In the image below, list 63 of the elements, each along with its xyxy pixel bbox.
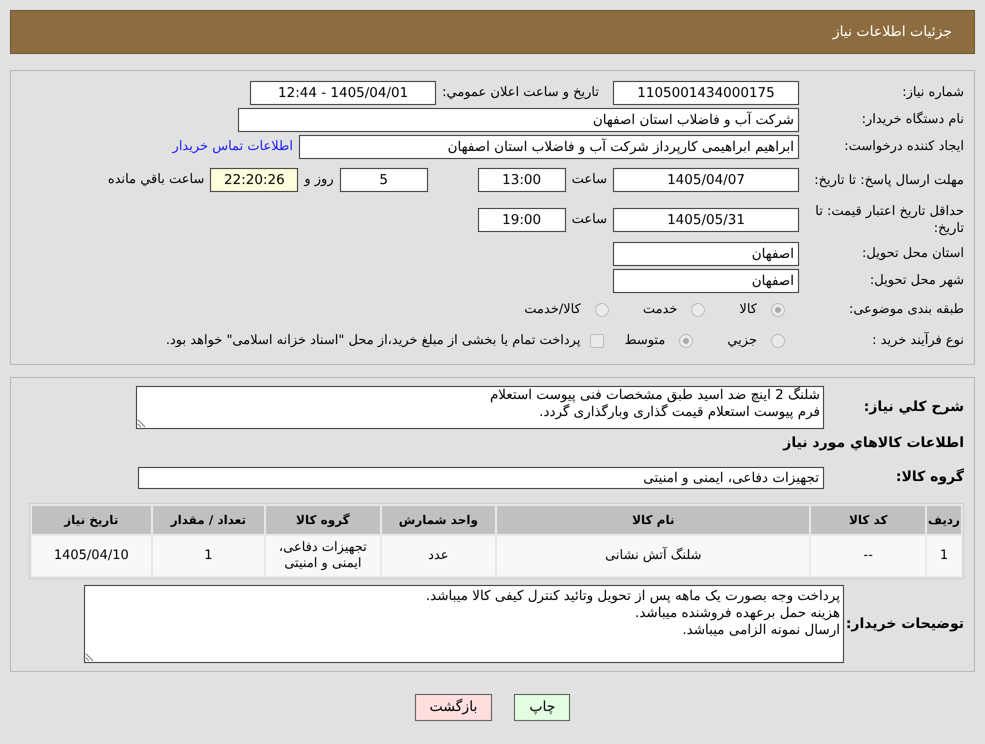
field-label: ساعت: [572, 171, 607, 190]
text-field[interactable]: 5: [340, 168, 428, 192]
field-label: شماره نیاز:: [901, 84, 965, 101]
radio-label: جزيي: [727, 332, 757, 350]
field-label: شهر محل تحویل:: [868, 272, 965, 289]
table-cell: تجهیزات دفاعی، ایمنی و امنیتی: [266, 536, 380, 576]
column-header: کد کالا: [811, 506, 925, 534]
column-header: واحد شمارش: [382, 506, 496, 534]
table-cell: شلنگ آتش نشانی: [497, 536, 810, 576]
print-button[interactable]: چاپ: [514, 694, 570, 721]
radio-button[interactable]: [771, 302, 785, 316]
table-cell: 1: [152, 536, 264, 576]
contact-link[interactable]: اطلاعات تماس خریدار: [172, 136, 293, 156]
column-header: تعداد / مقدار: [152, 506, 264, 534]
column-header: تاریخ نیاز: [32, 506, 151, 534]
table-cell: --: [811, 536, 925, 576]
field-label: روز و: [304, 171, 334, 190]
back-button[interactable]: بازگشت: [414, 694, 492, 721]
table-cell: عدد: [382, 536, 496, 576]
table-cell: 1405/04/10: [32, 536, 151, 576]
radio-button[interactable]: [679, 334, 694, 348]
radio-label: کالا/خدمت: [524, 300, 581, 319]
field-label: حداقل تاریخ اعتبار قیمت: تا تاریخ:: [814, 203, 965, 237]
radio-label: کالا: [739, 300, 757, 319]
text-field[interactable]: 1405/04/01 - 12:44: [250, 80, 436, 104]
field-label: استان محل تحویل:: [861, 245, 965, 262]
text-field[interactable]: ابراهیم ابراهیمی کارپرداز شرکت آب و فاضلاب استان اصفهان: [299, 134, 799, 158]
field-label: طبقه بندی موضوعی:: [848, 301, 965, 318]
text-field[interactable]: 1105001434000175: [613, 80, 799, 104]
checkbox-label: پرداخت تمام یا بخشی از مبلغ خرید،از محل "اسناد خزانه اسلامی" خواهد بود.: [166, 332, 580, 350]
text-field[interactable]: اصفهان: [613, 268, 799, 292]
text-field[interactable]: 19:00: [478, 208, 566, 232]
text-field[interactable]: شرکت آب و فاضلاب استان اصفهان: [238, 108, 799, 132]
field-label: شرح کلي نياز:: [862, 399, 965, 416]
radio-label: متوسط: [624, 332, 666, 350]
field-label: نام دستگاه خریدار:: [860, 111, 965, 128]
countdown-field[interactable]: 22:20:26: [210, 168, 298, 192]
field-label: توضیحات خریدار:: [844, 616, 965, 632]
text-field[interactable]: اصفهان: [613, 242, 799, 266]
field-label: مهلت ارسال پاسخ: تا تاریخ:: [813, 172, 965, 188]
text-field[interactable]: 1405/04/07: [613, 168, 799, 192]
section-heading: اطلاعات کالاهاي مورد نياز: [782, 434, 965, 453]
radio-button[interactable]: [594, 302, 609, 316]
field-label: تاريخ و ساعت اعلان عمومي:: [442, 84, 599, 102]
radio-button[interactable]: [691, 302, 706, 316]
text-field[interactable]: 1405/05/31: [613, 208, 799, 232]
notes-field[interactable]: پرداخت وجه بصورت یک ماهه پس از تحویل وتائید کنترل کیفی کالا میباشد. هزینه حمل برعهده فروشنده میباشد. ارسال نمونه الزامی میباشد.: [84, 585, 844, 663]
field-label: ایجاد کننده درخواست:: [843, 138, 965, 155]
column-header: نام کالا: [497, 506, 810, 534]
column-header: ردیف: [926, 506, 961, 534]
table-cell: 1: [926, 536, 961, 576]
text-field[interactable]: تجهیزات دفاعی، ایمنی و امنیتی: [138, 466, 824, 488]
radio-button[interactable]: [771, 334, 785, 348]
radio-label: خدمت: [642, 300, 678, 319]
text-field[interactable]: 13:00: [478, 168, 566, 192]
field-label: ساعت باقي مانده: [108, 171, 204, 190]
field-label: نوع فرآیند خرید :: [871, 332, 965, 349]
page-title: جزئیات اطلاعات نیاز: [832, 22, 952, 42]
description-field[interactable]: شلنگ 2 اینچ ضد اسید طبق مشخصات فنی پیوست استعلام فرم پیوست استعلام قیمت گذاری وبارگذاری گردد.: [136, 386, 824, 429]
field-label: گروه کالا:: [894, 469, 965, 486]
checkbox[interactable]: [590, 334, 604, 348]
field-label: ساعت: [572, 211, 607, 230]
column-header: گروه کالا: [266, 506, 380, 534]
